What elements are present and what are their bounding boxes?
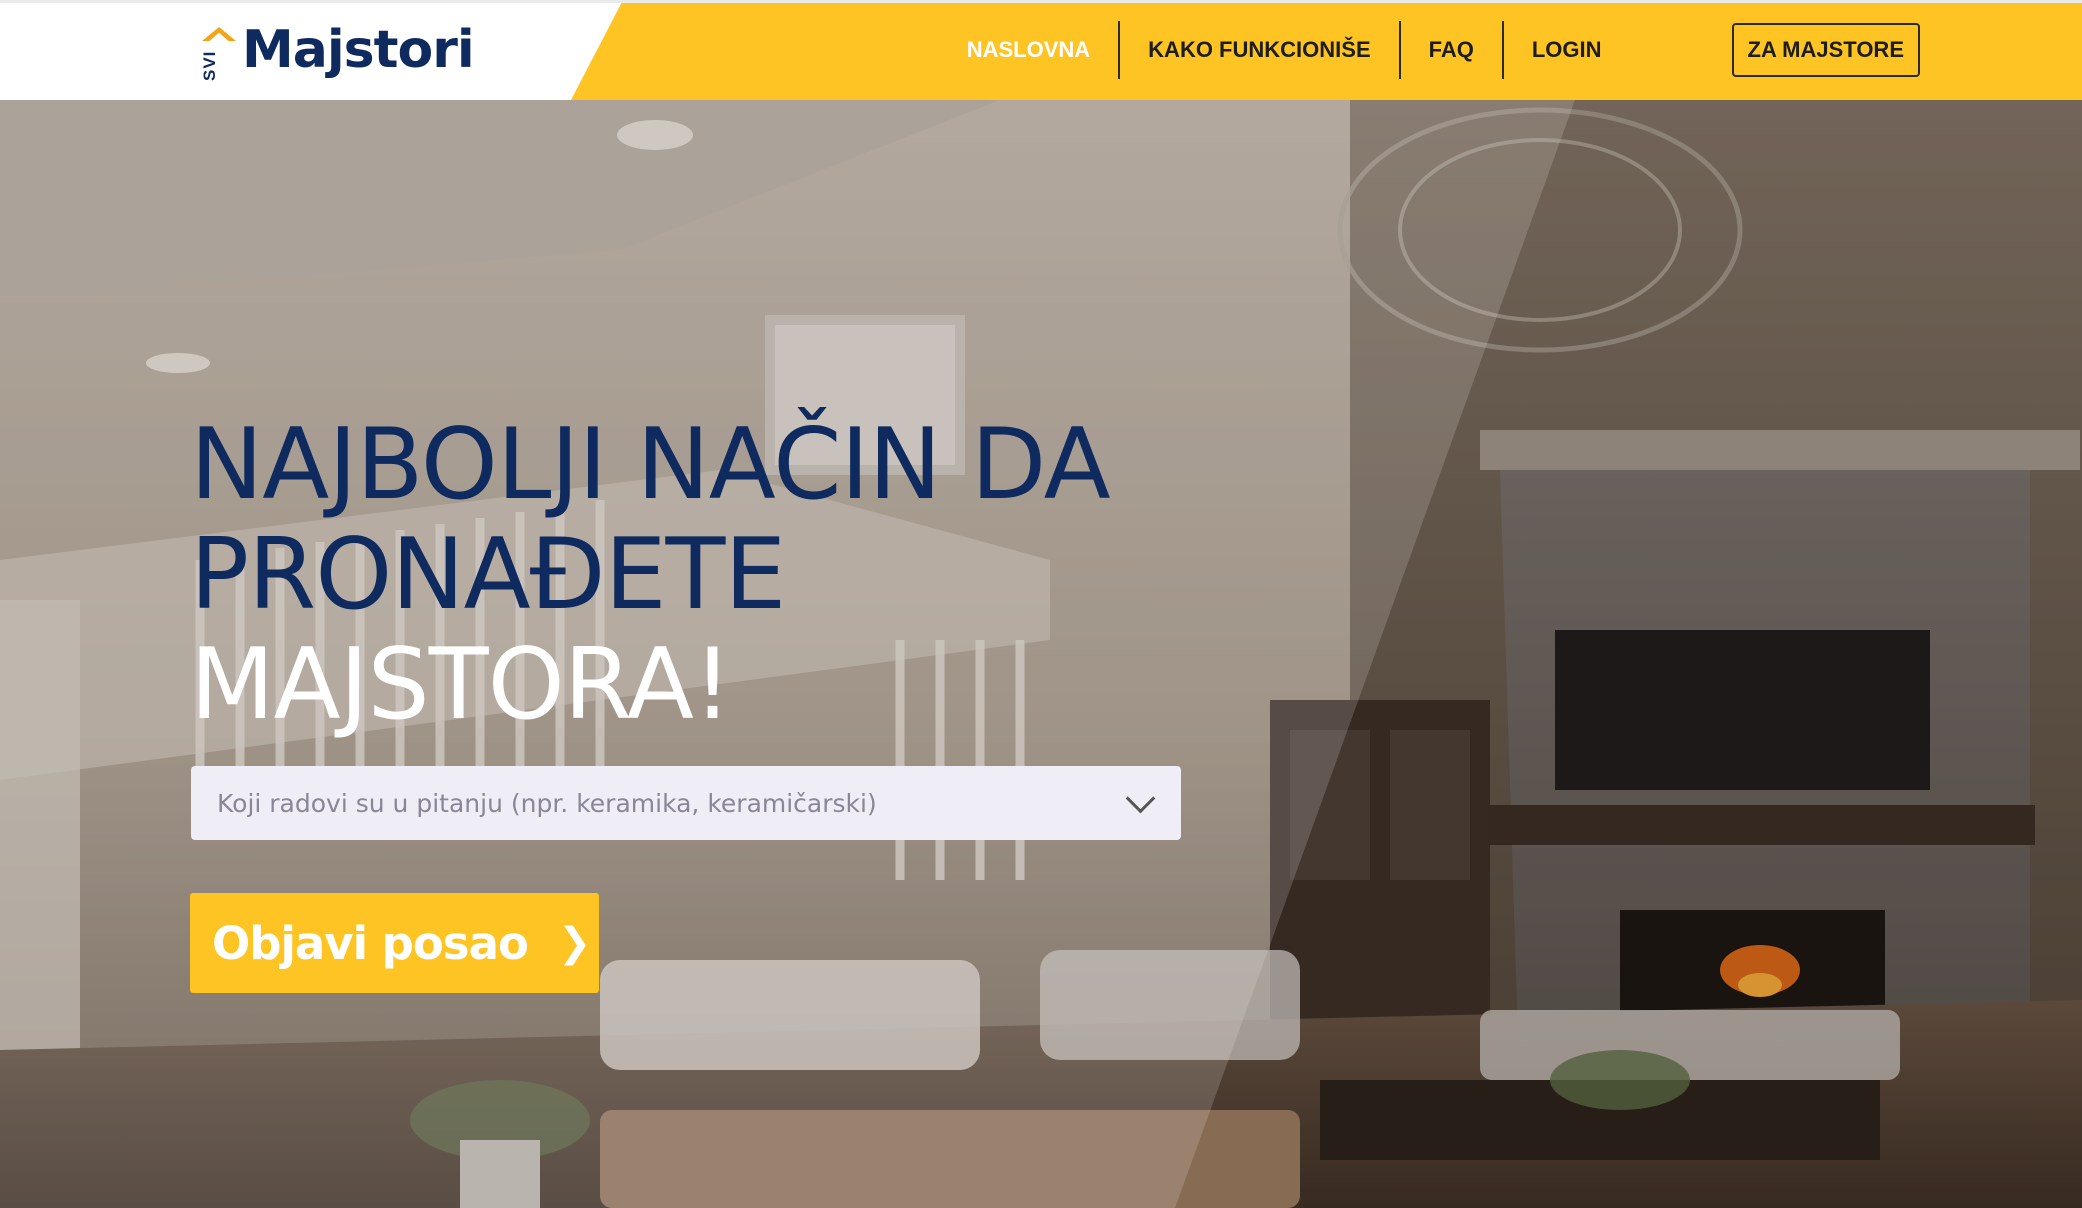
hero-title-line-3: MAJSTORA! — [190, 628, 732, 742]
site-header: SVI Majstori NASLOVNA KAKO FUNKCIONIŠE F… — [0, 0, 2082, 100]
chevron-down-icon — [1125, 783, 1156, 813]
job-type-placeholder: Koji radovi su u pitanju (npr. keramika,… — [217, 788, 877, 818]
nav-item-kako-funkcionise[interactable]: KAKO FUNKCIONIŠE — [1120, 22, 1398, 78]
page: SVI Majstori NASLOVNA KAKO FUNKCIONIŠE F… — [0, 0, 2082, 1208]
nav-item-login[interactable]: LOGIN — [1504, 22, 1630, 78]
hero-title: NAJBOLJI NAČIN DA PRONAĐETE MAJSTORA! — [190, 410, 1290, 740]
site-logo[interactable]: SVI Majstori — [200, 18, 475, 82]
nav-item-faq[interactable]: FAQ — [1401, 22, 1502, 78]
hero-title-line-2: PRONAĐETE — [190, 518, 786, 632]
chevron-right-icon: ❯ — [557, 920, 592, 966]
logo-text: Majstori — [242, 20, 475, 80]
objavi-posao-label: Objavi posao — [212, 916, 529, 970]
za-majstore-button[interactable]: ZA MAJSTORE — [1731, 23, 1920, 77]
hero-title-line-1: NAJBOLJI NAČIN DA — [190, 408, 1111, 522]
main-nav: NASLOVNA KAKO FUNKCIONIŠE FAQ LOGIN ZA M… — [939, 21, 1920, 79]
job-type-select[interactable]: Koji radovi su u pitanju (npr. keramika,… — [191, 766, 1181, 840]
logo-small-text: SVI — [200, 50, 219, 81]
objavi-posao-button[interactable]: Objavi posao ❯ — [190, 893, 599, 993]
nav-item-naslovna[interactable]: NASLOVNA — [939, 22, 1118, 78]
logo-house-icon: SVI — [200, 23, 238, 81]
